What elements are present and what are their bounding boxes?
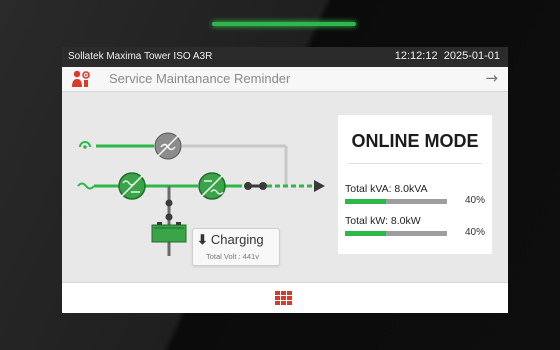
kva-label: Total kVA: 8.0kVA <box>345 183 428 195</box>
battery-switch-bottom <box>165 213 173 221</box>
total-volt: Total Volt : 441v <box>206 252 259 261</box>
mode-card: ONLINE MODE Total kVA: 8.0kVA 40% Total … <box>338 115 492 254</box>
service-reminder-banner[interactable]: Service Maintanance Reminder → <box>62 67 508 92</box>
reminder-arrow-icon[interactable]: → <box>485 69 498 87</box>
charging-status-box: ⬇ Charging Total Volt : 441v <box>192 228 280 266</box>
charging-label: Charging <box>210 232 264 247</box>
mode-title: ONLINE MODE <box>351 131 479 151</box>
service-wrench-icon <box>72 70 90 87</box>
output-switch-icon <box>244 182 267 190</box>
charging-title: ⬇ Charging <box>197 232 264 248</box>
bypass-converter-icon <box>154 132 182 160</box>
kw-progress-bar <box>345 231 447 236</box>
screen: Sollatek Maxima Tower ISO A3R 12:12:12 2… <box>62 47 508 313</box>
kva-progress-fill <box>345 199 386 204</box>
kw-progress-fill <box>345 231 386 236</box>
mode-divider <box>348 163 482 164</box>
clock: 12:12:12 2025-01-01 <box>395 50 500 62</box>
inverter-icon <box>198 172 226 200</box>
battery-icon <box>151 222 187 243</box>
bypass-input-icon <box>79 141 91 149</box>
battery-switch-top <box>165 199 173 207</box>
time: 12:12:12 <box>394 50 438 62</box>
menu-grid-icon[interactable] <box>275 291 292 306</box>
status-led <box>212 22 356 26</box>
date: 2025-01-01 <box>443 50 500 62</box>
kw-percent: 40% <box>464 227 485 238</box>
kva-progress-bar <box>345 199 447 204</box>
download-arrow-icon: ⬇ <box>197 232 208 247</box>
kw-label: Total kW: 8.0kW <box>345 215 421 227</box>
reminder-text: Service Maintanance Reminder <box>109 71 291 86</box>
output-arrow-icon <box>314 180 325 192</box>
rectifier-icon <box>118 172 146 200</box>
device-model: Sollatek Maxima Tower ISO A3R <box>68 51 213 62</box>
bottom-bar <box>62 282 508 313</box>
mains-input-icon <box>77 182 95 190</box>
kva-percent: 40% <box>464 195 485 206</box>
status-bar: Sollatek Maxima Tower ISO A3R 12:12:12 2… <box>62 47 508 67</box>
